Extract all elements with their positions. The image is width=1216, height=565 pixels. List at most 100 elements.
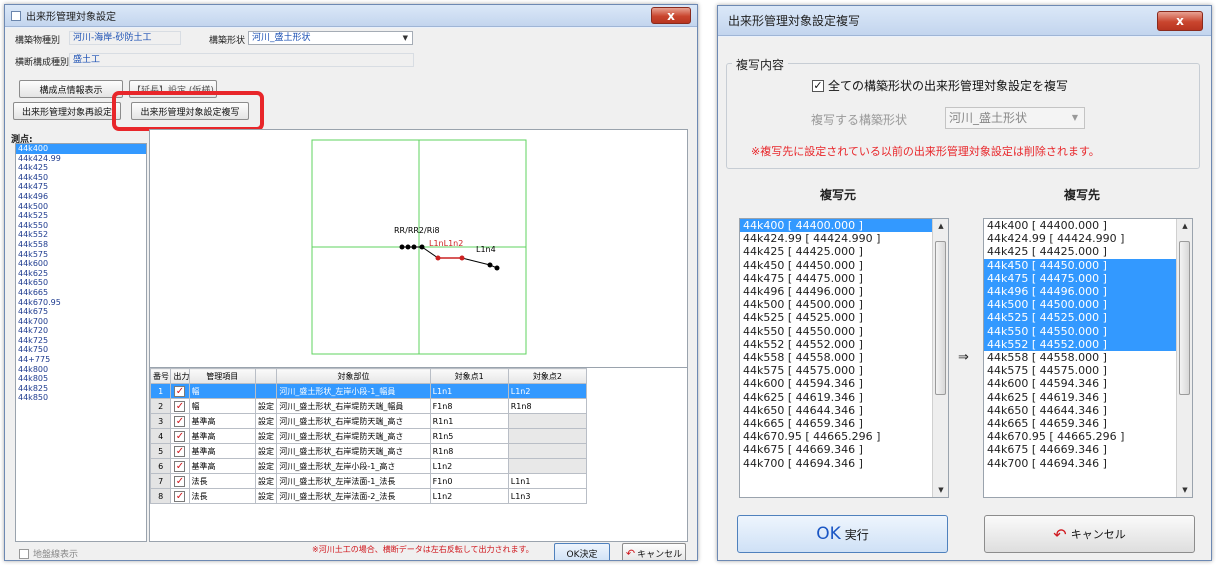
- source-item[interactable]: 44k450 [ 44450.000 ]: [740, 259, 932, 272]
- source-item[interactable]: 44k500 [ 44500.000 ]: [740, 298, 932, 311]
- source-item[interactable]: 44k700 [ 44694.346 ]: [740, 457, 932, 470]
- column-header[interactable]: 対象点1: [429, 368, 509, 384]
- cancel-button[interactable]: ↶ キャンセル: [622, 543, 686, 560]
- target-item[interactable]: 44k552 [ 44552.000 ]: [984, 337, 1176, 352]
- close-button[interactable]: x: [1157, 11, 1203, 31]
- station-item[interactable]: 44k700: [16, 317, 146, 327]
- table-row[interactable]: 5 ✓ 基準高 設定 河川_盛土形状_右岸堤防天端_高さ R1n8: [150, 443, 588, 459]
- cancel-button[interactable]: ↶ キャンセル: [984, 515, 1195, 553]
- target-item[interactable]: 44k600 [ 44594.346 ]: [984, 377, 1176, 390]
- target-item[interactable]: 44k550 [ 44550.000 ]: [984, 324, 1176, 338]
- table-row[interactable]: 1 ✓ 幅 河川_盛土形状_左岸小段-1_幅員 L1n1 L1n2: [150, 383, 588, 399]
- station-item[interactable]: 44k475: [16, 182, 146, 192]
- target-item[interactable]: 44k558 [ 44558.000 ]: [984, 351, 1176, 364]
- table-row[interactable]: 2 ✓ 幅設定 河川_盛土形状_右岸堤防天端_幅員 F1n8 R1n8: [150, 398, 588, 414]
- source-item[interactable]: 44k550 [ 44550.000 ]: [740, 325, 932, 338]
- checkmark-icon[interactable]: ✓: [174, 400, 186, 412]
- column-header[interactable]: 番号: [150, 368, 172, 384]
- column-header[interactable]: [254, 368, 278, 384]
- output-checkbox[interactable]: ✓: [170, 443, 190, 459]
- station-item[interactable]: 44k425: [16, 163, 146, 173]
- target-item[interactable]: 44k475 [ 44475.000 ]: [984, 271, 1176, 286]
- setting-button[interactable]: 設定: [254, 458, 278, 474]
- station-item[interactable]: 44k450: [16, 173, 146, 183]
- station-item[interactable]: 44k496: [16, 192, 146, 202]
- station-item[interactable]: 44+775: [16, 355, 146, 365]
- output-checkbox[interactable]: ✓: [170, 383, 190, 399]
- target-item[interactable]: 44k665 [ 44659.346 ]: [984, 417, 1176, 430]
- scroll-down-icon[interactable]: ▼: [933, 483, 948, 497]
- target-list[interactable]: 44k400 [ 44400.000 ] 44k424.99 [ 44424.99…: [983, 218, 1193, 498]
- source-item[interactable]: 44k552 [ 44552.000 ]: [740, 338, 932, 351]
- target-scrollbar[interactable]: ▲ ▼: [1176, 219, 1192, 497]
- source-item[interactable]: 44k575 [ 44575.000 ]: [740, 364, 932, 377]
- target-item[interactable]: 44k670.95 [ 44665.296 ]: [984, 430, 1176, 443]
- source-item[interactable]: 44k650 [ 44644.346 ]: [740, 404, 932, 417]
- target-item[interactable]: 44k625 [ 44619.346 ]: [984, 391, 1176, 404]
- output-checkbox[interactable]: ✓: [170, 398, 190, 414]
- scroll-thumb[interactable]: [1179, 241, 1190, 395]
- station-item[interactable]: 44k400: [16, 144, 146, 154]
- station-item[interactable]: 44k850: [16, 393, 146, 403]
- table-row[interactable]: 4 ✓ 基準高 設定 河川_盛土形状_右岸堤防天端_高さ R1n5: [150, 428, 588, 444]
- setting-button[interactable]: [254, 383, 278, 399]
- station-item[interactable]: 44k525: [16, 211, 146, 221]
- station-item[interactable]: 44k424.99: [16, 154, 146, 164]
- source-scrollbar[interactable]: ▲ ▼: [932, 219, 948, 497]
- ground-line-checkbox[interactable]: 地盤線表示: [19, 547, 78, 560]
- source-item[interactable]: 44k670.95 [ 44665.296 ]: [740, 430, 932, 443]
- station-item[interactable]: 44k720: [16, 326, 146, 336]
- table-row[interactable]: 7 ✓ 法長 設定 河川_盛土形状_左岸法面-1_法長 F1n0 L1n1: [150, 473, 588, 489]
- checkmark-icon[interactable]: ✓: [174, 460, 186, 472]
- close-button[interactable]: x: [651, 7, 691, 24]
- execute-button[interactable]: OK 実行: [737, 515, 948, 553]
- table-row[interactable]: 6 ✓ 基準高 設定 河川_盛土形状_左岸小段-1_高さ L1n2: [150, 458, 588, 474]
- checkmark-icon[interactable]: ✓: [174, 490, 186, 502]
- target-item[interactable]: 44k425 [ 44425.000 ]: [984, 245, 1176, 258]
- source-item[interactable]: 44k525 [ 44525.000 ]: [740, 311, 932, 324]
- source-item[interactable]: 44k475 [ 44475.000 ]: [740, 272, 932, 285]
- target-item[interactable]: 44k700 [ 44694.346 ]: [984, 457, 1176, 470]
- station-item[interactable]: 44k670.95: [16, 298, 146, 308]
- copy-shape-select[interactable]: 河川_盛土形状 ▼: [945, 107, 1085, 129]
- output-checkbox[interactable]: ✓: [170, 428, 190, 444]
- station-item[interactable]: 44k500: [16, 202, 146, 212]
- checkmark-icon[interactable]: ✓: [174, 385, 186, 397]
- output-checkbox[interactable]: ✓: [170, 473, 190, 489]
- copy-all-checkbox[interactable]: ✓ 全ての構築形状の出来形管理対象設定を複写: [812, 77, 1068, 94]
- source-item[interactable]: 44k665 [ 44659.346 ]: [740, 417, 932, 430]
- scroll-down-icon[interactable]: ▼: [1177, 483, 1192, 497]
- target-item[interactable]: 44k450 [ 44450.000 ]: [984, 258, 1176, 272]
- table-row[interactable]: 3 ✓ 基準高 設定 河川_盛土形状_右岸堤防天端_高さ R1n1: [150, 413, 588, 429]
- column-header[interactable]: 出力: [170, 368, 190, 384]
- station-item[interactable]: 44k675: [16, 307, 146, 317]
- source-item[interactable]: 44k600 [ 44594.346 ]: [740, 377, 932, 390]
- source-item[interactable]: 44k425 [ 44425.000 ]: [740, 245, 932, 258]
- target-item[interactable]: 44k675 [ 44669.346 ]: [984, 443, 1176, 456]
- source-item[interactable]: 44k424.99 [ 44424.990 ]: [740, 232, 932, 245]
- station-item[interactable]: 44k650: [16, 278, 146, 288]
- ok-button[interactable]: OK決定: [554, 543, 610, 560]
- output-checkbox[interactable]: ✓: [170, 458, 190, 474]
- source-item[interactable]: 44k625 [ 44619.346 ]: [740, 391, 932, 404]
- target-table[interactable]: 番号 出力 管理項目 対象部位 対象点1 対象点2 1 ✓ 幅河川_盛土形状_左岸小段-1_幅…: [149, 367, 688, 542]
- output-checkbox[interactable]: ✓: [170, 488, 190, 504]
- target-item[interactable]: 44k650 [ 44644.346 ]: [984, 404, 1176, 417]
- setting-button[interactable]: 設定: [254, 488, 278, 504]
- station-item[interactable]: 44k800: [16, 365, 146, 375]
- target-item[interactable]: 44k500 [ 44500.000 ]: [984, 298, 1176, 312]
- column-header[interactable]: 対象部位: [276, 368, 431, 384]
- table-row[interactable]: 8 ✓ 法長 設定 河川_盛土形状_左岸法面-2_法長 L1n2 L1n3: [150, 488, 588, 504]
- target-item[interactable]: 44k424.99 [ 44424.990 ]: [984, 232, 1176, 245]
- setting-button[interactable]: 設定: [254, 428, 278, 444]
- station-item[interactable]: 44k625: [16, 269, 146, 279]
- source-list[interactable]: 44k400 [ 44400.000 ] 44k424.99 [ 44424.99…: [739, 218, 949, 498]
- setting-button[interactable]: 設定: [254, 473, 278, 489]
- scroll-up-icon[interactable]: ▲: [933, 219, 948, 233]
- structure-shape-select[interactable]: 河川_盛土形状 ▼: [248, 31, 413, 45]
- reset-button[interactable]: 出来形管理対象再設定: [13, 102, 121, 120]
- checkmark-icon[interactable]: ✓: [174, 475, 186, 487]
- source-item[interactable]: 44k400 [ 44400.000 ]: [740, 219, 932, 233]
- station-item[interactable]: 44k558: [16, 240, 146, 250]
- station-item[interactable]: 44k552: [16, 230, 146, 240]
